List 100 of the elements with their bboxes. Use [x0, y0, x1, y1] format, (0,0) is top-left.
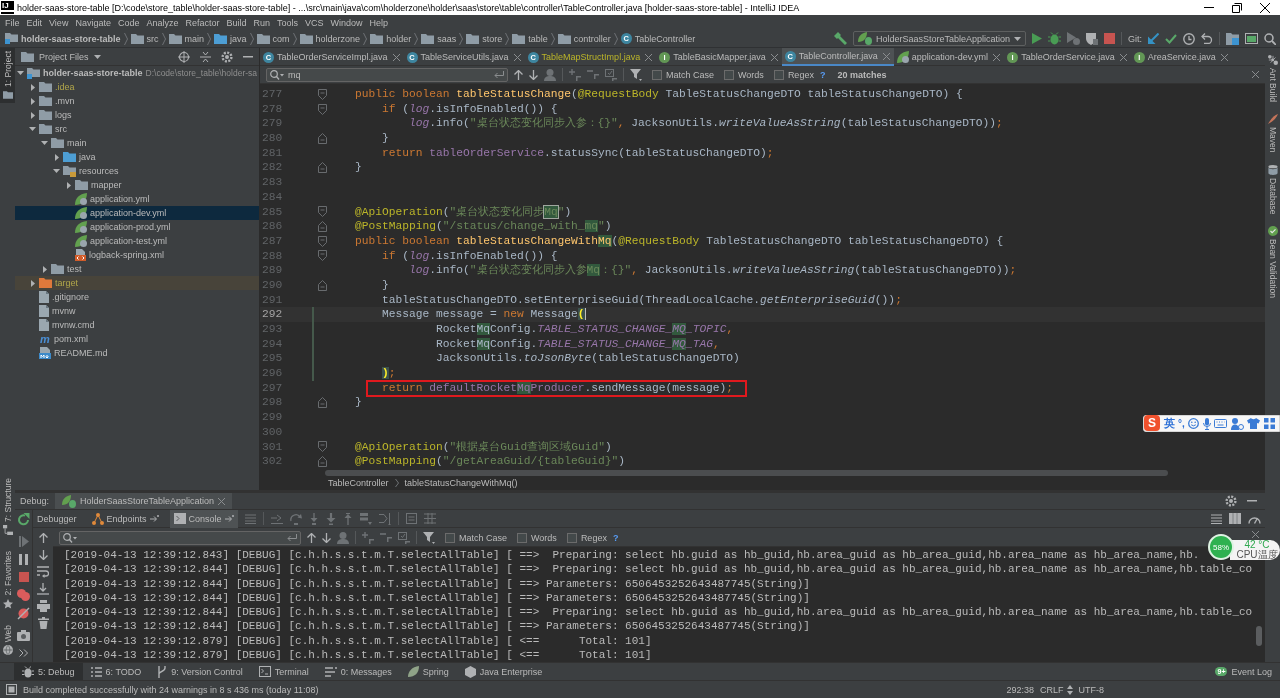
- checkbox-label[interactable]: Match Case: [666, 69, 715, 80]
- box-lines-icon[interactable]: [405, 513, 417, 524]
- tree-item[interactable]: holder-saas-store-table D:\code\store_table\holder-sa: [17, 66, 261, 80]
- microphone-icon[interactable]: [1202, 417, 1211, 430]
- arrow-up-icon[interactable]: [514, 69, 523, 80]
- caret-down-icon[interactable]: [17, 71, 24, 75]
- caret-right-icon[interactable]: [31, 83, 35, 91]
- editor-tab[interactable]: application-dev.yml: [893, 48, 1005, 66]
- checkbox-label[interactable]: Words: [738, 69, 764, 80]
- tree-item[interactable]: .gitignore: [29, 290, 93, 304]
- breadcrumb-item[interactable]: saas: [421, 33, 457, 44]
- arrow-down-icon[interactable]: [529, 69, 538, 80]
- menu-item[interactable]: Help: [366, 17, 392, 28]
- tree-item[interactable]: .idea: [29, 80, 78, 94]
- folder-badge-icon[interactable]: [1226, 32, 1239, 45]
- menu-item[interactable]: Analyze: [143, 17, 182, 28]
- arrow-down-icon[interactable]: [322, 532, 331, 543]
- checkbox[interactable]: [773, 69, 784, 80]
- tool-window-button[interactable]: 9: Version Control: [149, 663, 251, 680]
- stop-icon[interactable]: [18, 572, 29, 582]
- caret-down-icon[interactable]: [53, 169, 60, 173]
- breadcrumb-item[interactable]: TableController: [328, 478, 389, 488]
- crosshair-icon[interactable]: [178, 50, 190, 63]
- fold-icon[interactable]: [317, 235, 327, 247]
- tree-item[interactable]: application-prod.yml: [65, 220, 174, 234]
- tool-window-button[interactable]: 0: Messages: [316, 663, 400, 680]
- filter-icon[interactable]: [630, 68, 642, 81]
- encoding-selector[interactable]: UTF-8: [1078, 684, 1104, 695]
- camera-icon[interactable]: [17, 629, 30, 641]
- tree-item[interactable]: resources: [53, 164, 122, 178]
- caret-right-icon[interactable]: [43, 265, 47, 273]
- view-selector[interactable]: Project Files: [39, 51, 101, 62]
- filter-icon[interactable]: [423, 531, 435, 544]
- arrow-down-bar-icon[interactable]: [308, 512, 319, 525]
- checkbox[interactable]: [566, 532, 577, 543]
- arrow-up-bar-icon[interactable]: [342, 512, 353, 525]
- keyboard-icon[interactable]: [1214, 419, 1228, 428]
- checkbox-label[interactable]: Words: [531, 532, 557, 543]
- shirt-icon[interactable]: [1247, 418, 1261, 429]
- fold-icon[interactable]: [317, 279, 327, 291]
- grid-icon[interactable]: [1263, 418, 1275, 429]
- checkbox-corner-icon[interactable]: [398, 531, 410, 544]
- tool-window-button[interactable]: Bean Validation: [1265, 222, 1280, 301]
- search-field[interactable]: mq: [266, 67, 508, 82]
- caret-position[interactable]: 292:38: [1006, 684, 1034, 695]
- breadcrumb-item[interactable]: store: [466, 33, 503, 44]
- settings-icon[interactable]: [221, 50, 233, 63]
- tree-item[interactable]: src: [29, 122, 70, 136]
- tool-window-button[interactable]: Database: [1265, 161, 1280, 217]
- smiley-icon[interactable]: [1188, 418, 1200, 429]
- help-link[interactable]: ?: [819, 69, 826, 80]
- play-bar-icon[interactable]: [18, 535, 29, 547]
- tool-window-button[interactable]: 7: Structure: [0, 475, 15, 539]
- tool-window-button[interactable]: 5: Debug: [14, 663, 83, 680]
- tool-window-button[interactable]: Java Enterprise: [456, 663, 551, 680]
- tree-item[interactable]: logback-spring.xml: [65, 248, 168, 262]
- arrow-dot-icon[interactable]: [149, 514, 159, 523]
- input-mode-toggle[interactable]: 英: [1163, 416, 1175, 431]
- fold-icon[interactable]: [317, 88, 327, 100]
- tool-window-button[interactable]: Spring: [399, 663, 457, 680]
- search-icon[interactable]: [1264, 32, 1276, 45]
- shield-icon[interactable]: [1086, 32, 1098, 45]
- fold-icon[interactable]: [317, 397, 327, 409]
- caret-right-icon[interactable]: [31, 111, 35, 119]
- person-icon[interactable]: [544, 68, 556, 81]
- plus-corner-icon[interactable]: [362, 531, 374, 544]
- search-field[interactable]: [59, 530, 301, 545]
- table-icon[interactable]: [423, 513, 436, 524]
- clock-icon[interactable]: [1183, 32, 1195, 45]
- search-icon[interactable]: [63, 532, 77, 543]
- settings-icon[interactable]: [1225, 495, 1237, 507]
- tool-window-button[interactable]: Maven: [1265, 111, 1280, 156]
- minus-corner-icon[interactable]: [587, 70, 599, 79]
- tree-item[interactable]: README.md: [29, 346, 111, 360]
- checkbox-label[interactable]: Regex: [787, 69, 814, 80]
- menu-item[interactable]: Navigate: [72, 17, 114, 28]
- tree-item[interactable]: application.yml: [65, 192, 153, 206]
- double-chevron-icon[interactable]: [19, 649, 28, 657]
- tree-item[interactable]: test: [41, 262, 85, 276]
- fold-icon[interactable]: [317, 103, 327, 115]
- pause-icon[interactable]: [19, 553, 28, 565]
- person-icon[interactable]: [337, 531, 349, 544]
- scrollbar-thumb[interactable]: [325, 470, 1168, 476]
- refresh-icon[interactable]: [17, 512, 30, 526]
- breadcrumb-item[interactable]: src: [130, 33, 159, 44]
- menu-item[interactable]: Window: [327, 17, 366, 28]
- caret-down-icon[interactable]: [29, 127, 36, 131]
- fold-icon[interactable]: [317, 221, 327, 233]
- search-icon[interactable]: [270, 69, 284, 80]
- fold-icon[interactable]: [317, 456, 327, 468]
- session-tab[interactable]: HolderSaasStoreTableApplication: [55, 493, 233, 509]
- checkbox[interactable]: [724, 69, 735, 80]
- breadcrumb-item[interactable]: controller: [557, 33, 611, 44]
- arrow-down-line-icon[interactable]: [37, 582, 49, 595]
- tool-window-button[interactable]: Terminal: [250, 663, 317, 680]
- tool-window-button[interactable]: 2: Favorites: [0, 548, 15, 612]
- square-icon[interactable]: [6, 684, 17, 695]
- tree-item[interactable]: mapper: [65, 178, 125, 192]
- menu-item[interactable]: View: [46, 17, 72, 28]
- fold-icon[interactable]: [317, 132, 327, 144]
